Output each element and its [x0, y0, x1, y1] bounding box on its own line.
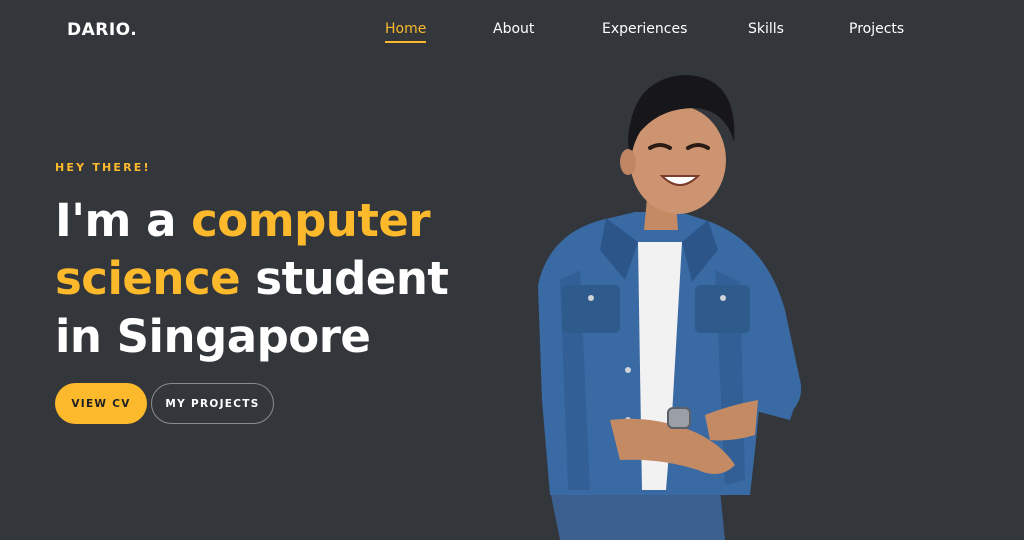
headline-accent-science: science	[55, 252, 241, 305]
headline-text-2: student	[240, 252, 449, 305]
headline-accent-computer: computer	[191, 194, 431, 247]
my-projects-button[interactable]: MY PROJECTS	[151, 383, 274, 424]
headline-text-3: in Singapore	[55, 310, 371, 363]
nav-link-experiences[interactable]: Experiences	[602, 21, 687, 37]
nav-link-about[interactable]: About	[493, 21, 534, 37]
nav-link-home[interactable]: Home	[385, 21, 427, 43]
nav-link-home-label: Home	[385, 21, 427, 37]
profile-photo	[538, 75, 802, 540]
top-navigation: DARIO. Home About Experiences Skills Pro…	[0, 0, 1024, 60]
view-cv-button[interactable]: VIEW CV	[55, 383, 147, 424]
hero-headline: I'm a computer science student in Singap…	[55, 192, 495, 366]
nav-link-projects[interactable]: Projects	[849, 21, 904, 37]
site-logo[interactable]: DARIO.	[67, 20, 137, 40]
nav-link-skills[interactable]: Skills	[748, 21, 784, 37]
hero-eyebrow: HEY THERE!	[55, 161, 151, 174]
active-nav-underline	[385, 41, 427, 43]
headline-text-1: I'm a	[55, 194, 192, 247]
